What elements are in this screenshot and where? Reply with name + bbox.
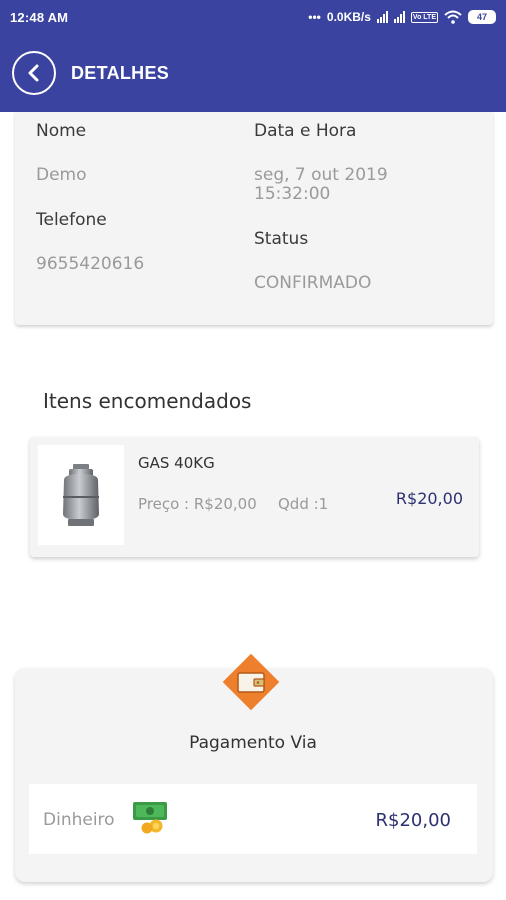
battery-icon: 47 bbox=[468, 10, 496, 24]
app-bar: DETALHES bbox=[0, 34, 506, 112]
signal-2-icon bbox=[393, 11, 405, 23]
item-total: R$20,00 bbox=[395, 489, 463, 508]
order-details-card: Nome Demo Telefone 9655420616 Data e Hor… bbox=[15, 112, 493, 325]
phone-label: Telefone bbox=[36, 210, 107, 230]
status-label: Status bbox=[254, 229, 309, 249]
items-section-title: Itens encomendados bbox=[43, 389, 252, 413]
notification-dots: ••• bbox=[308, 10, 321, 24]
datetime-date: seg, 7 out 2019 bbox=[254, 165, 388, 185]
name-label: Nome bbox=[36, 121, 87, 141]
name-value: Demo bbox=[36, 165, 87, 185]
status-icons: ••• 0.0KB/s Vo LTE 47 bbox=[308, 10, 496, 24]
chevron-left-icon bbox=[28, 64, 39, 82]
datetime-label: Data e Hora bbox=[254, 121, 357, 141]
network-speed: 0.0KB/s bbox=[326, 10, 371, 24]
status-value: CONFIRMADO bbox=[254, 273, 372, 293]
page-title: DETALHES bbox=[71, 62, 170, 83]
datetime-time: 15:32:00 bbox=[254, 184, 331, 204]
volte-badge: Vo LTE bbox=[410, 11, 438, 23]
cash-icon bbox=[133, 802, 167, 834]
payment-amount: R$20,00 bbox=[375, 810, 452, 831]
status-time: 12:48 AM bbox=[10, 9, 69, 25]
item-thumbnail bbox=[38, 445, 124, 545]
payment-method-label: Dinheiro bbox=[43, 810, 115, 830]
phone-value: 9655420616 bbox=[36, 254, 145, 274]
gas-cylinder-icon bbox=[63, 464, 99, 526]
wallet-icon bbox=[222, 653, 280, 711]
item-quantity: Qdd :1 bbox=[278, 495, 329, 513]
item-unit-price: Preço : R$20,00 bbox=[138, 495, 257, 513]
order-item-card[interactable]: GAS 40KG Preço : R$20,00 Qdd :1 R$20,00 bbox=[30, 437, 479, 557]
payment-method-row: Dinheiro R$20,00 bbox=[29, 784, 477, 854]
back-button[interactable] bbox=[12, 51, 56, 95]
wifi-icon bbox=[444, 10, 462, 24]
status-bar: 12:48 AM ••• 0.0KB/s Vo LTE 47 bbox=[0, 0, 506, 34]
item-name: GAS 40KG bbox=[138, 454, 215, 472]
signal-1-icon bbox=[376, 11, 388, 23]
payment-title: Pagamento Via bbox=[189, 733, 317, 753]
